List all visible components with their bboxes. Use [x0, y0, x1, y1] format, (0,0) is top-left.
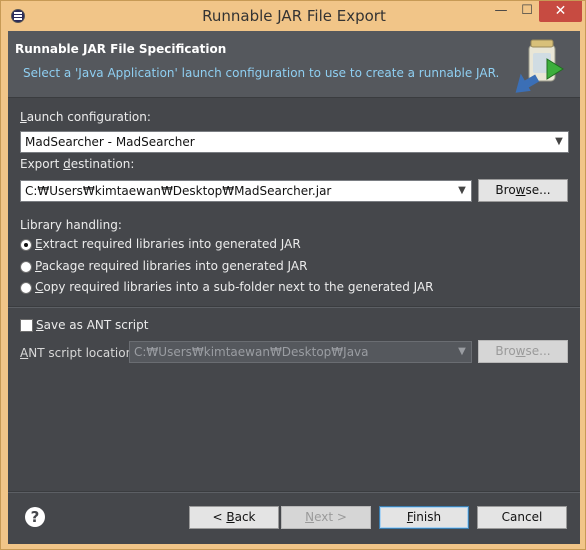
- export-destination-label: Export destination:: [20, 157, 134, 171]
- next-mnemonic: N: [305, 510, 315, 524]
- dialog-content: Runnable JAR File Specification Select a…: [8, 31, 580, 544]
- back-post: ack: [234, 510, 256, 524]
- section-separator: [8, 306, 580, 308]
- browse-mnemonic: w: [515, 344, 526, 358]
- ant-script-location-input[interactable]: C:₩Users₩kimtaewan₩Desktop₩Java ▼: [129, 341, 472, 363]
- launch-configuration-select[interactable]: MadSearcher - MadSearcher ▼: [20, 131, 569, 153]
- jar-export-icon: [515, 39, 564, 93]
- page-description: Select a 'Java Application' launch confi…: [23, 66, 500, 80]
- back-pre: <: [212, 510, 227, 524]
- ant-location-rest: NT script location:: [28, 346, 138, 360]
- export-destination-input[interactable]: C:₩Users₩kimtaewan₩Desktop₩MadSearcher.j…: [20, 180, 472, 202]
- export-destination-value: C:₩Users₩kimtaewan₩Desktop₩MadSearcher.j…: [25, 184, 332, 198]
- export-dialog-window: Runnable JAR File Export — ☐ ✕ Runnable …: [0, 0, 586, 550]
- launch-configuration-value: MadSearcher - MadSearcher: [25, 135, 195, 149]
- radio-label[interactable]: Package required libraries into generate…: [35, 259, 307, 273]
- radio-button[interactable]: [20, 282, 32, 294]
- export-label-mnemonic: d: [63, 157, 71, 171]
- radio-label[interactable]: Copy required libraries into a sub-folde…: [35, 280, 434, 294]
- launch-label-rest: aunch configuration:: [26, 110, 151, 124]
- ant-script-location-label: ANT script location:: [20, 346, 137, 360]
- next-button[interactable]: Next >: [281, 506, 371, 529]
- help-icon[interactable]: ?: [25, 507, 45, 527]
- save-ant-script-label[interactable]: Save as ANT script: [36, 318, 148, 332]
- radio-label[interactable]: Extract required libraries into generate…: [35, 237, 301, 251]
- radio-button[interactable]: [20, 239, 32, 251]
- radio-text: xtract required libraries into generated…: [42, 237, 301, 251]
- ant-script-location-value: C:₩Users₩kimtaewan₩Desktop₩Java: [134, 345, 369, 359]
- radio-mnemonic: E: [35, 237, 43, 251]
- back-button[interactable]: < Back: [189, 506, 279, 529]
- chevron-down-icon[interactable]: ▼: [550, 132, 568, 152]
- page-title: Runnable JAR File Specification: [15, 42, 227, 56]
- launch-configuration-label: Launch configuration:: [20, 110, 151, 124]
- ant-checkbox-rest: ave as ANT script: [43, 318, 149, 332]
- minimize-button[interactable]: —: [488, 1, 514, 22]
- radio-text: ackage required libraries into generated…: [41, 259, 308, 273]
- browse-post: se...: [525, 183, 551, 197]
- finish-button[interactable]: Finish: [379, 506, 469, 529]
- ant-browse-button[interactable]: Browse...: [478, 340, 568, 363]
- export-label-pre: Export: [20, 157, 64, 171]
- chevron-down-icon[interactable]: ▼: [453, 342, 471, 362]
- ant-checkbox-mnemonic: S: [36, 318, 44, 332]
- finish-post: inish: [412, 510, 442, 524]
- export-browse-button[interactable]: Browse...: [478, 179, 568, 202]
- radio-button[interactable]: [20, 261, 32, 273]
- browse-mnemonic: w: [515, 183, 526, 197]
- wizard-header: Runnable JAR File Specification Select a…: [8, 31, 580, 98]
- cancel-button[interactable]: Cancel: [477, 506, 567, 529]
- library-handling-label: Library handling:: [20, 218, 122, 232]
- close-button[interactable]: ✕: [539, 1, 582, 22]
- export-label-post: estination:: [70, 157, 135, 171]
- launch-label-mnemonic: L: [20, 110, 27, 124]
- title-bar[interactable]: Runnable JAR File Export — ☐ ✕: [1, 1, 586, 31]
- browse-post: se...: [525, 344, 551, 358]
- chevron-down-icon[interactable]: ▼: [453, 181, 471, 201]
- maximize-button[interactable]: ☐: [515, 1, 539, 22]
- back-mnemonic: B: [226, 510, 235, 524]
- ant-location-mnemonic: A: [20, 346, 29, 360]
- browse-pre: Bro: [495, 183, 516, 197]
- browse-pre: Bro: [495, 344, 516, 358]
- radio-text: opy required libraries into a sub-folder…: [43, 280, 434, 294]
- footer-separator: [8, 491, 580, 493]
- next-post: ext >: [314, 510, 347, 524]
- save-ant-script-checkbox[interactable]: [20, 319, 33, 332]
- radio-mnemonic: P: [35, 259, 42, 273]
